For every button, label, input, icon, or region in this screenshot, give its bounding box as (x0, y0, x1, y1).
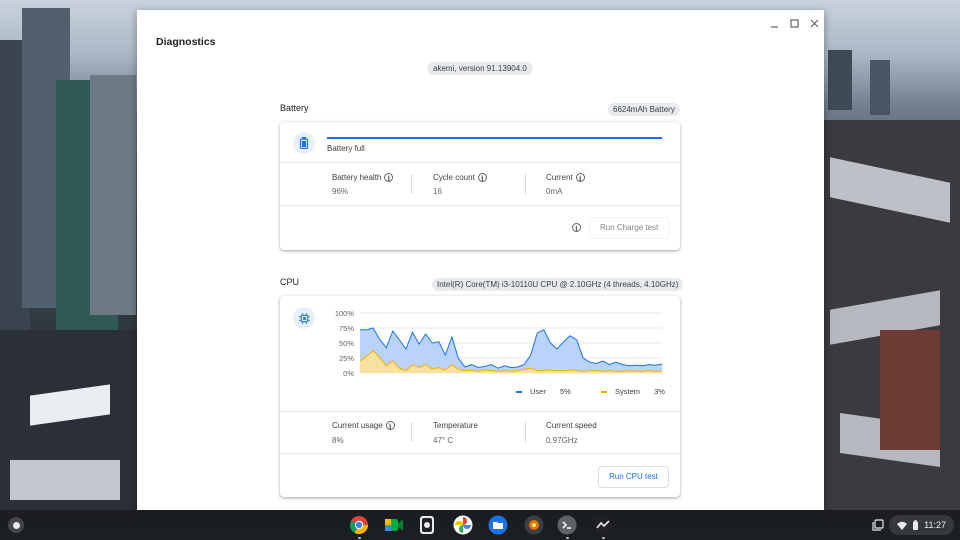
y-tick-label: 0% (343, 369, 354, 378)
files-icon[interactable] (487, 514, 509, 536)
running-indicator (566, 537, 569, 539)
battery-health-label: Battery health i (332, 173, 394, 183)
chrome-icon[interactable] (348, 514, 370, 536)
diagnostics-app-icon[interactable] (523, 514, 545, 536)
y-tick-label: 75% (339, 324, 354, 333)
launcher-icon (12, 521, 20, 529)
cycle-count-label: Cycle count i (433, 173, 487, 183)
cpu-icon (293, 307, 315, 329)
terminal-icon[interactable] (556, 514, 578, 536)
legend-user-label: User (530, 387, 546, 396)
close-button[interactable] (805, 14, 823, 32)
cpu-section-title: CPU (280, 277, 300, 287)
battery-status-icon (913, 520, 919, 530)
legend-system: System 3% (601, 387, 665, 396)
close-icon (810, 19, 818, 27)
series-area-user (360, 328, 662, 373)
info-icon[interactable]: i (575, 173, 585, 183)
clock: 11:27 (924, 520, 946, 530)
launcher-button[interactable] (8, 517, 24, 533)
current-usage-value: 8% (332, 436, 344, 445)
diagnostics-window: Diagnostics akemi, version 91.13904.0 Ba… (137, 10, 824, 510)
diagnostics-graph-icon[interactable] (592, 514, 614, 536)
maximize-icon (789, 18, 799, 28)
battery-level-fill (327, 137, 662, 139)
legend-user: User 5% (516, 387, 571, 396)
battery-capacity-chip: 6624mAh Battery (608, 103, 680, 116)
maximize-button[interactable] (785, 14, 803, 32)
legend-system-swatch (601, 391, 607, 394)
running-indicator (602, 537, 605, 539)
y-tick-label: 100% (335, 309, 355, 318)
divider (280, 205, 680, 206)
divider (525, 422, 526, 442)
divider (280, 411, 680, 412)
current-usage-label: Current usage i (332, 421, 395, 431)
overview-icon (872, 519, 884, 531)
legend-user-swatch (516, 391, 522, 394)
legend-system-value: 3% (654, 387, 665, 396)
cycle-count-value: 16 (433, 187, 442, 196)
run-charge-test-button[interactable]: Run Charge test (589, 217, 670, 239)
legend-system-label: System (615, 387, 641, 396)
battery-section-title: Battery (280, 103, 309, 113)
status-tray[interactable]: 11:27 (889, 515, 954, 535)
meet-icon[interactable] (383, 514, 405, 536)
legend-user-value: 5% (559, 387, 571, 396)
wifi-icon (897, 521, 908, 530)
run-cpu-test-button[interactable]: Run CPU test (598, 466, 669, 488)
battery-status: Battery full (327, 144, 365, 153)
running-indicator (358, 537, 361, 539)
shelf: 11:27 (0, 510, 960, 540)
cpu-model-chip: Intel(R) Core(TM) i3-10110U CPU @ 2.10GH… (432, 278, 684, 291)
photos-icon[interactable] (452, 514, 474, 536)
overview-button[interactable] (870, 517, 886, 533)
temperature-label: Temperature (433, 421, 478, 430)
divider (280, 162, 680, 163)
version-chip: akemi, version 91.13904.0 (427, 62, 533, 75)
charge-test-info-icon[interactable]: i (572, 223, 581, 233)
minimize-button[interactable] (765, 14, 783, 32)
battery-level-bar (327, 137, 662, 139)
current-value: 0mA (546, 187, 563, 196)
info-icon[interactable]: i (477, 173, 487, 183)
temperature-value: 47° C (433, 436, 454, 445)
current-label: Current i (546, 173, 585, 183)
current-speed-value: 0.97GHz (546, 436, 578, 445)
divider (411, 422, 412, 442)
cpu-card: 100% 75% 50% 25% 0% User 5% System 3% Curren… (280, 296, 680, 497)
info-icon[interactable]: i (385, 421, 395, 431)
battery-card: Battery full Battery health i 96% Cycle c… (280, 122, 680, 250)
divider (280, 453, 680, 454)
y-tick-label: 50% (339, 339, 354, 348)
divider (411, 174, 412, 194)
y-tick-label: 25% (339, 354, 354, 363)
battery-icon (293, 132, 315, 154)
camera-icon[interactable] (416, 514, 438, 536)
minimize-icon (770, 25, 778, 28)
battery-health-value: 96% (332, 187, 349, 196)
current-speed-label: Current speed (546, 421, 597, 430)
divider (525, 174, 526, 194)
window-title: Diagnostics (156, 36, 216, 48)
info-icon[interactable]: i (384, 173, 394, 183)
cpu-usage-chart: 100% 75% 50% 25% 0% (335, 309, 663, 378)
